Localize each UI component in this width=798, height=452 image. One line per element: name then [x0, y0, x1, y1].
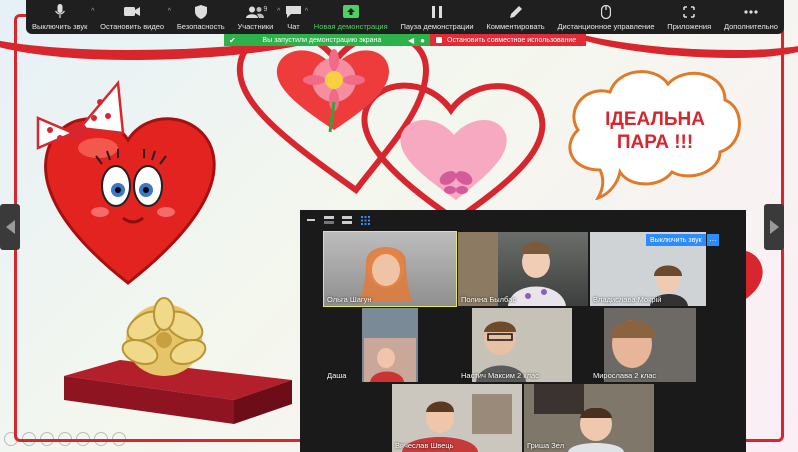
meeting-toolbar: Выключить звук ^ Остановить видео ^ Безо…: [26, 0, 784, 34]
apps-button[interactable]: Приложения: [667, 4, 711, 31]
participant-name: Мирослава 2 клас: [593, 371, 657, 380]
chevron-left-icon: [5, 220, 15, 234]
stop-video-button[interactable]: Остановить видео ^: [100, 4, 171, 31]
share-screen-icon: [342, 4, 359, 20]
participants-button[interactable]: 9 Участники ^: [237, 4, 280, 31]
annotate-label: Комментировать: [486, 21, 545, 31]
sharing-status-banner: ✔ Вы запустили демонстрацию экрана ◀ ●: [224, 34, 430, 46]
watermark: [4, 432, 126, 446]
participant-name: Настич Максим 2 клас: [461, 371, 539, 380]
pencil-icon: [509, 4, 523, 20]
remote-control-label: Дистанционное управление: [557, 21, 655, 31]
remote-control-button[interactable]: Дистанционное управление: [557, 4, 655, 31]
gallery-controls: [300, 210, 746, 230]
microphone-icon: [54, 4, 65, 20]
security-label: Безопасность: [176, 21, 225, 31]
participants-count: 9: [263, 5, 268, 13]
participant-name: Ольга Шагун: [327, 295, 372, 304]
chevron-up-icon[interactable]: ^: [91, 8, 94, 15]
security-button[interactable]: Безопасность: [177, 4, 225, 31]
gallery-view-icon[interactable]: [360, 215, 370, 225]
stop-share-button[interactable]: Остановить совместное использование: [430, 34, 586, 46]
stop-video-label: Остановить видео: [100, 21, 165, 31]
participant-tile[interactable]: Гриша Зел: [524, 384, 654, 452]
participant-tile[interactable]: Вячеслав Швець: [392, 384, 522, 452]
cartoon-heart-image: [36, 79, 216, 285]
participant-name: Даша: [327, 371, 347, 380]
new-share-label: Новая демонстрация: [313, 21, 388, 31]
chevron-up-icon[interactable]: ^: [305, 8, 308, 15]
pause-share-button[interactable]: Пауза демонстрации: [400, 4, 474, 31]
previous-slide-button[interactable]: [0, 204, 20, 250]
participant-tile[interactable]: Полина Былбас: [458, 232, 588, 306]
mute-label: Выключить звук: [32, 21, 88, 31]
mouse-icon: [601, 4, 611, 20]
pin-icon[interactable]: ✔: [229, 36, 236, 45]
annotate-button[interactable]: Комментировать: [486, 4, 545, 31]
more-dots-icon: [744, 4, 758, 20]
minimize-icon[interactable]: [306, 216, 316, 224]
participant-tile[interactable]: Настич Максим 2 клас: [458, 308, 588, 382]
mute-button[interactable]: Выключить звук ^: [32, 4, 94, 31]
apps-label: Приложения: [667, 21, 712, 31]
new-share-button[interactable]: Новая демонстрация: [314, 4, 388, 31]
pause-icon: [432, 4, 442, 20]
cloud-caption-line1: ІДЕАЛЬНА: [605, 109, 705, 130]
participants-icon: [246, 4, 265, 20]
apps-icon: [682, 4, 696, 20]
chevron-up-icon[interactable]: ^: [168, 8, 171, 15]
stop-icon: [436, 37, 442, 43]
chevron-right-icon: [769, 220, 779, 234]
participant-name: Гриша Зел: [527, 441, 565, 450]
shield-icon: [194, 4, 207, 20]
chat-label: Чат: [287, 21, 300, 31]
gift-box-image: [64, 297, 292, 424]
video-camera-icon: [124, 4, 141, 20]
stop-share-label: Остановить совместное использование: [447, 36, 577, 44]
chevron-up-icon[interactable]: ^: [277, 8, 280, 15]
chat-button[interactable]: Чат ^: [286, 4, 308, 31]
shield-icon[interactable]: ●: [420, 36, 425, 45]
cloud-caption: ІДЕАЛЬНА ПАРА !!!: [590, 108, 720, 154]
sharing-status-text: Вы запустили демонстрацию экрана: [262, 36, 382, 44]
participant-tile[interactable]: Даша: [324, 308, 456, 382]
more-button[interactable]: Дополнительно: [724, 4, 778, 31]
outline-hearts-image: [236, 28, 546, 220]
cloud-caption-line2: ПАРА !!!: [616, 132, 694, 153]
speaker-view-icon[interactable]: [324, 216, 334, 224]
participant-name: Владислава Мокрій: [593, 295, 662, 304]
participant-tile[interactable]: Ольга Шагун: [323, 231, 457, 307]
pause-share-label: Пауза демонстрации: [400, 21, 474, 31]
participants-label: Участники: [237, 21, 274, 31]
participant-more-button[interactable]: ···: [707, 234, 719, 246]
more-label: Дополнительно: [723, 21, 778, 31]
chat-icon: [286, 4, 302, 20]
participant-name: Полина Былбас: [461, 295, 517, 304]
participant-tile[interactable]: Мирослава 2 клас: [590, 308, 706, 382]
participant-name: Вячеслав Швець: [395, 441, 454, 450]
unmute-participant-button[interactable]: Выключить звук: [646, 234, 706, 246]
strip-view-icon[interactable]: [342, 216, 352, 224]
speaker-icon[interactable]: ◀: [408, 36, 414, 45]
next-slide-button[interactable]: [764, 204, 784, 250]
